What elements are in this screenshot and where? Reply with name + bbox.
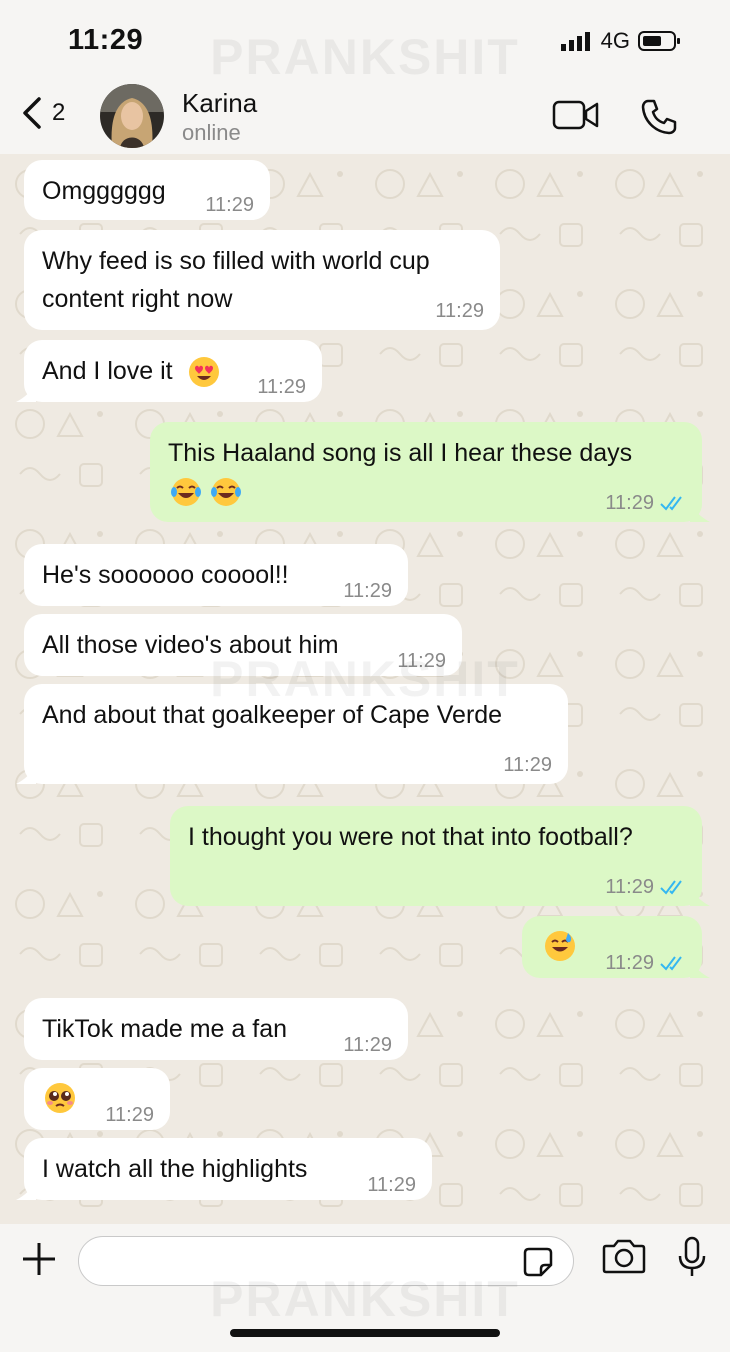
- bubble-tail: [16, 1182, 36, 1200]
- microphone-icon[interactable]: [676, 1236, 708, 1278]
- read-ticks-icon: [660, 880, 682, 895]
- message-time: 11:29: [503, 754, 552, 776]
- message-text: Omgggggg: [42, 177, 166, 205]
- bubble-tail: [16, 384, 36, 402]
- message-text: All those video's about him: [42, 631, 339, 659]
- read-ticks-icon: [660, 956, 682, 971]
- message-text-line-2: content right now: [42, 285, 233, 313]
- contact-status: online: [182, 120, 241, 145]
- message-time: 11:29: [605, 952, 654, 974]
- network-type: 4G: [600, 28, 630, 53]
- message-time: 11:29: [205, 194, 254, 216]
- message-text: And about that goalkeeper of Cape Verde: [42, 701, 503, 729]
- tears-of-joy-emoji-icon: [211, 478, 241, 506]
- bubble-tail: [16, 766, 36, 784]
- message-text: I thought you were not that into footbal…: [188, 823, 633, 851]
- read-ticks-icon: [660, 496, 682, 511]
- status-indicators: 4G: [560, 28, 682, 54]
- chat-header: 2 Karina online: [0, 80, 730, 154]
- message-text: TikTok made me a fan: [42, 1015, 288, 1043]
- message-time: 11:29: [435, 300, 484, 322]
- message-incoming[interactable]: All those video's about him 11:29: [24, 614, 462, 676]
- video-call-icon[interactable]: [552, 98, 600, 132]
- grinning-sweat-emoji-icon: [545, 931, 575, 961]
- message-text: This Haaland song is all I hear these da…: [168, 439, 633, 467]
- message-time: 11:29: [367, 1174, 416, 1196]
- message-input[interactable]: [97, 1245, 501, 1277]
- status-bar: 11:29 4G: [0, 0, 730, 80]
- message-time: 11:29: [397, 650, 446, 672]
- phone-call-icon[interactable]: [640, 98, 678, 136]
- contact-avatar[interactable]: [100, 84, 164, 148]
- message-outgoing[interactable]: I thought you were not that into footbal…: [170, 806, 710, 906]
- message-incoming[interactable]: Why feed is so filled with world cup con…: [24, 230, 500, 330]
- message-time: 11:29: [343, 1034, 392, 1056]
- sticker-icon[interactable]: [523, 1247, 553, 1277]
- message-text: I watch all the highlights: [42, 1155, 308, 1183]
- message-outgoing[interactable]: 11:29: [522, 916, 710, 978]
- message-incoming[interactable]: He's soooooo cooool!! 11:29: [24, 544, 408, 606]
- emoji-row: [170, 476, 242, 508]
- bubble-tail: [690, 888, 710, 906]
- message-composer: [0, 1224, 730, 1352]
- bubble-tail: [690, 504, 710, 522]
- back-button[interactable]: 2: [22, 96, 65, 130]
- plus-icon[interactable]: [20, 1240, 58, 1278]
- tears-of-joy-emoji-icon: [171, 478, 201, 506]
- message-incoming[interactable]: And about that goalkeeper of Cape Verde …: [16, 684, 568, 784]
- message-incoming[interactable]: And I love it 11:29: [16, 340, 322, 402]
- message-text: He's soooooo cooool!!: [42, 561, 289, 589]
- contact-name[interactable]: Karina: [182, 88, 257, 119]
- status-time: 11:29: [68, 24, 144, 56]
- unread-count: 2: [52, 99, 66, 126]
- battery-icon: [638, 31, 680, 51]
- message-time: 11:29: [605, 876, 654, 898]
- message-incoming[interactable]: Omgggggg 11:29: [24, 160, 270, 220]
- camera-icon[interactable]: [602, 1238, 646, 1274]
- message-time: 11:29: [343, 580, 392, 602]
- message-meta: 11:29: [605, 944, 686, 982]
- message-time: 11:29: [605, 492, 654, 514]
- chat-area[interactable]: Omgggggg 11:29 Why feed is so filled wit…: [0, 154, 730, 1224]
- message-incoming[interactable]: TikTok made me a fan 11:29: [24, 998, 408, 1060]
- message-incoming[interactable]: I watch all the highlights 11:29: [16, 1138, 432, 1200]
- signal-icon: [560, 32, 590, 51]
- message-incoming[interactable]: 11:29: [24, 1068, 170, 1130]
- message-time: 11:29: [105, 1104, 154, 1126]
- message-text-line-1: Why feed is so filled with world cup: [42, 247, 430, 275]
- bubble-tail: [690, 960, 710, 978]
- message-time: 11:29: [257, 376, 306, 398]
- heart-eyes-emoji-icon: [188, 357, 219, 388]
- message-text: And I love it: [42, 352, 220, 390]
- chevron-left-icon: [23, 97, 41, 129]
- home-indicator[interactable]: [230, 1329, 500, 1337]
- pleading-face-emoji-icon: [45, 1083, 75, 1113]
- message-meta: 11:29: [605, 868, 686, 906]
- message-outgoing[interactable]: This Haaland song is all I hear these da…: [150, 422, 710, 522]
- message-input-wrapper[interactable]: [78, 1236, 574, 1286]
- message-text-content: And I love it: [42, 357, 173, 385]
- message-meta: 11:29: [605, 484, 686, 522]
